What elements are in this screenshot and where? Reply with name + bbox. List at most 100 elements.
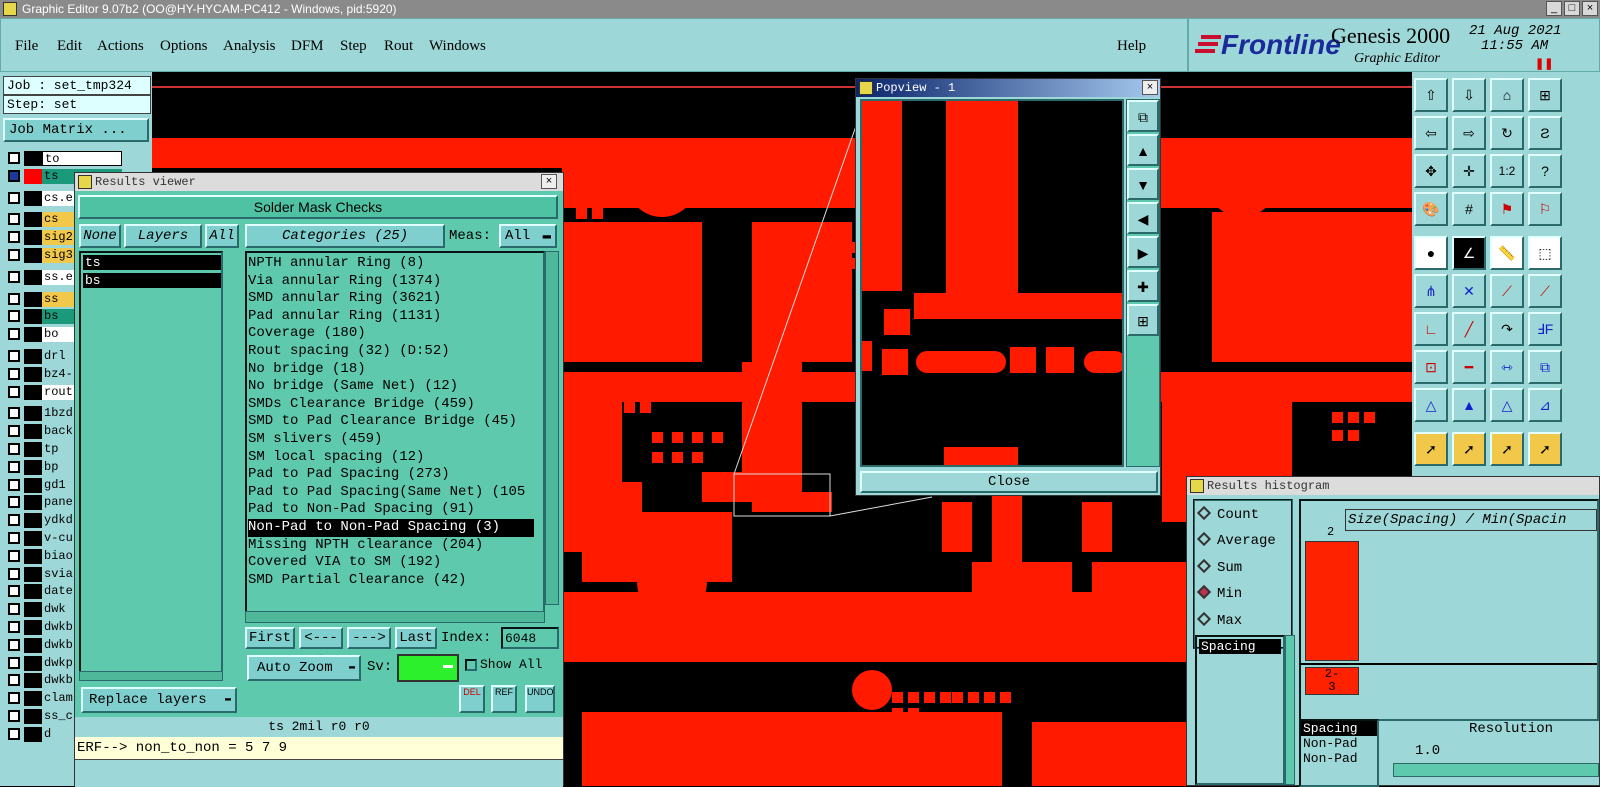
pcb-pad[interactable]: [612, 258, 623, 269]
pcb-pad[interactable]: [668, 242, 679, 253]
histogram-list2[interactable]: Spacing Non-Pad Non-Pad: [1299, 719, 1379, 787]
home-icon[interactable]: ⌂: [1490, 78, 1524, 112]
category-item[interactable]: Pad to Pad Spacing(Same Net) (105: [248, 484, 525, 502]
grid-icon[interactable]: #: [1452, 192, 1486, 226]
menu-edit[interactable]: Edit: [57, 38, 82, 55]
pcb-pad[interactable]: [572, 462, 583, 473]
pcb-pad[interactable]: [1212, 432, 1223, 443]
category-item[interactable]: Rout spacing (32) (D:52): [248, 343, 450, 361]
pcb-pad[interactable]: [682, 242, 693, 253]
prev-button[interactable]: <----: [299, 627, 343, 664]
angle-line-icon[interactable]: ∟: [1414, 312, 1448, 346]
undo-button[interactable]: UNDO: [525, 685, 555, 713]
category-item[interactable]: Coverage (180): [248, 325, 366, 343]
ref-button[interactable]: REF: [491, 685, 517, 713]
histogram-list-scrollbar[interactable]: [1285, 635, 1295, 785]
show-all-checkbox[interactable]: [465, 659, 477, 671]
measure-angle-icon[interactable]: ∠: [1452, 236, 1486, 270]
pcb-pad[interactable]: [608, 402, 619, 413]
category-item[interactable]: SM slivers (459): [248, 431, 382, 449]
category-item[interactable]: SM local spacing (12): [248, 449, 424, 467]
pcb-pad[interactable]: [654, 274, 665, 285]
layer-checkbox[interactable]: [8, 292, 20, 305]
pan-right-icon[interactable]: ⇨: [1452, 116, 1486, 150]
radio-sum[interactable]: Sum: [1196, 558, 1242, 576]
all-layers-button[interactable]: All: [205, 224, 239, 248]
popview-pan-left-icon[interactable]: ◀: [1127, 202, 1159, 234]
pcb-pad[interactable]: [640, 290, 651, 301]
pcb-pad[interactable]: [892, 692, 903, 703]
pcb-pad[interactable]: [624, 402, 635, 413]
menu-options[interactable]: Options: [160, 38, 208, 55]
layer-checkbox[interactable]: [8, 638, 20, 651]
popview-zoom-in-icon[interactable]: ✚: [1127, 270, 1159, 302]
record-icon[interactable]: ●: [1414, 236, 1448, 270]
auto-zoom-dropdown[interactable]: Auto Zoom ▬: [247, 655, 361, 681]
pcb-pad[interactable]: [968, 692, 979, 703]
layer-checkbox[interactable]: [8, 443, 20, 455]
zoom-window-icon[interactable]: ⇩: [1452, 78, 1486, 112]
layer-checkbox[interactable]: [8, 328, 20, 341]
pcb-pad[interactable]: [608, 192, 619, 203]
cross-icon[interactable]: ✕: [1452, 274, 1486, 308]
layer-checkbox[interactable]: [8, 460, 20, 473]
popview-zoom-home-icon[interactable]: ⧉: [1127, 100, 1159, 132]
pcb-pad[interactable]: [908, 692, 919, 703]
layer-name[interactable]: to: [42, 151, 122, 166]
pcb-pad[interactable]: [940, 692, 951, 703]
pcb-pad[interactable]: [624, 192, 635, 203]
pcb-pad[interactable]: [952, 692, 963, 703]
result-layer-item[interactable]: bs: [83, 273, 221, 288]
pcb-pad[interactable]: [684, 322, 695, 333]
minimize-button[interactable]: _: [1546, 1, 1562, 16]
layer-checkbox[interactable]: [8, 621, 20, 633]
pcb-pad[interactable]: [592, 402, 603, 413]
pcb-pad[interactable]: [1278, 442, 1289, 453]
pcb-pad[interactable]: [672, 432, 683, 443]
results-viewer-close-icon[interactable]: ×: [541, 174, 557, 189]
index-input[interactable]: [501, 627, 559, 649]
pcb-pad[interactable]: [652, 452, 663, 463]
line-diagonal-icon[interactable]: ⟋: [1528, 274, 1562, 308]
layers-button[interactable]: Layers: [124, 224, 202, 248]
category-item[interactable]: No bridge (Same Net) (12): [248, 378, 458, 396]
next-button[interactable]: --->: [347, 627, 391, 649]
layer-checkbox[interactable]: [8, 549, 20, 562]
pcb-pad[interactable]: [668, 338, 679, 349]
radio-average[interactable]: Average: [1196, 531, 1276, 549]
select-box-icon[interactable]: ⬚: [1528, 236, 1562, 270]
palette-icon[interactable]: 🎨: [1414, 192, 1448, 226]
pcb-pad[interactable]: [576, 192, 587, 203]
pcb-pad[interactable]: [592, 192, 603, 203]
category-item[interactable]: NPTH annular Ring (8): [248, 255, 424, 273]
histogram-list2-item[interactable]: Non-Pad: [1301, 736, 1377, 751]
move-pad-icon[interactable]: ⊡: [1414, 350, 1448, 384]
category-item[interactable]: Missing NPTH clearance (204): [248, 537, 483, 555]
pcb-pad[interactable]: [572, 442, 583, 453]
pcb-pad[interactable]: [626, 290, 637, 301]
layer-checkbox[interactable]: [8, 270, 20, 283]
pcb-pad[interactable]: [712, 432, 723, 443]
categories-vscrollbar[interactable]: [545, 251, 559, 605]
layer-checkbox[interactable]: [8, 656, 20, 669]
pcb-pad[interactable]: [572, 422, 583, 433]
layer-list-hscrollbar[interactable]: [79, 671, 223, 681]
pcb-pad[interactable]: [576, 208, 587, 219]
popview-pan-down-icon[interactable]: ▼: [1127, 168, 1159, 200]
layer-checkbox[interactable]: [8, 514, 20, 527]
category-item[interactable]: Via annular Ring (1374): [248, 273, 441, 291]
slash-icon[interactable]: ╱: [1452, 312, 1486, 346]
popview-pan-right-icon[interactable]: ▶: [1127, 236, 1159, 268]
first-button[interactable]: First: [245, 627, 295, 649]
menu-step[interactable]: Step: [340, 38, 367, 55]
menu-windows[interactable]: Windows: [429, 38, 486, 55]
pcb-pad[interactable]: [1244, 412, 1255, 423]
pcb-pad[interactable]: [640, 258, 651, 269]
pcb-pad[interactable]: [626, 258, 637, 269]
layer-checkbox[interactable]: [8, 425, 20, 438]
pcb-pad[interactable]: [626, 242, 637, 253]
del-button[interactable]: DEL: [459, 685, 485, 713]
layer-checkbox[interactable]: [8, 496, 20, 509]
pcb-pad[interactable]: [654, 242, 665, 253]
zoom-region-icon[interactable]: ⊞: [1528, 78, 1562, 112]
